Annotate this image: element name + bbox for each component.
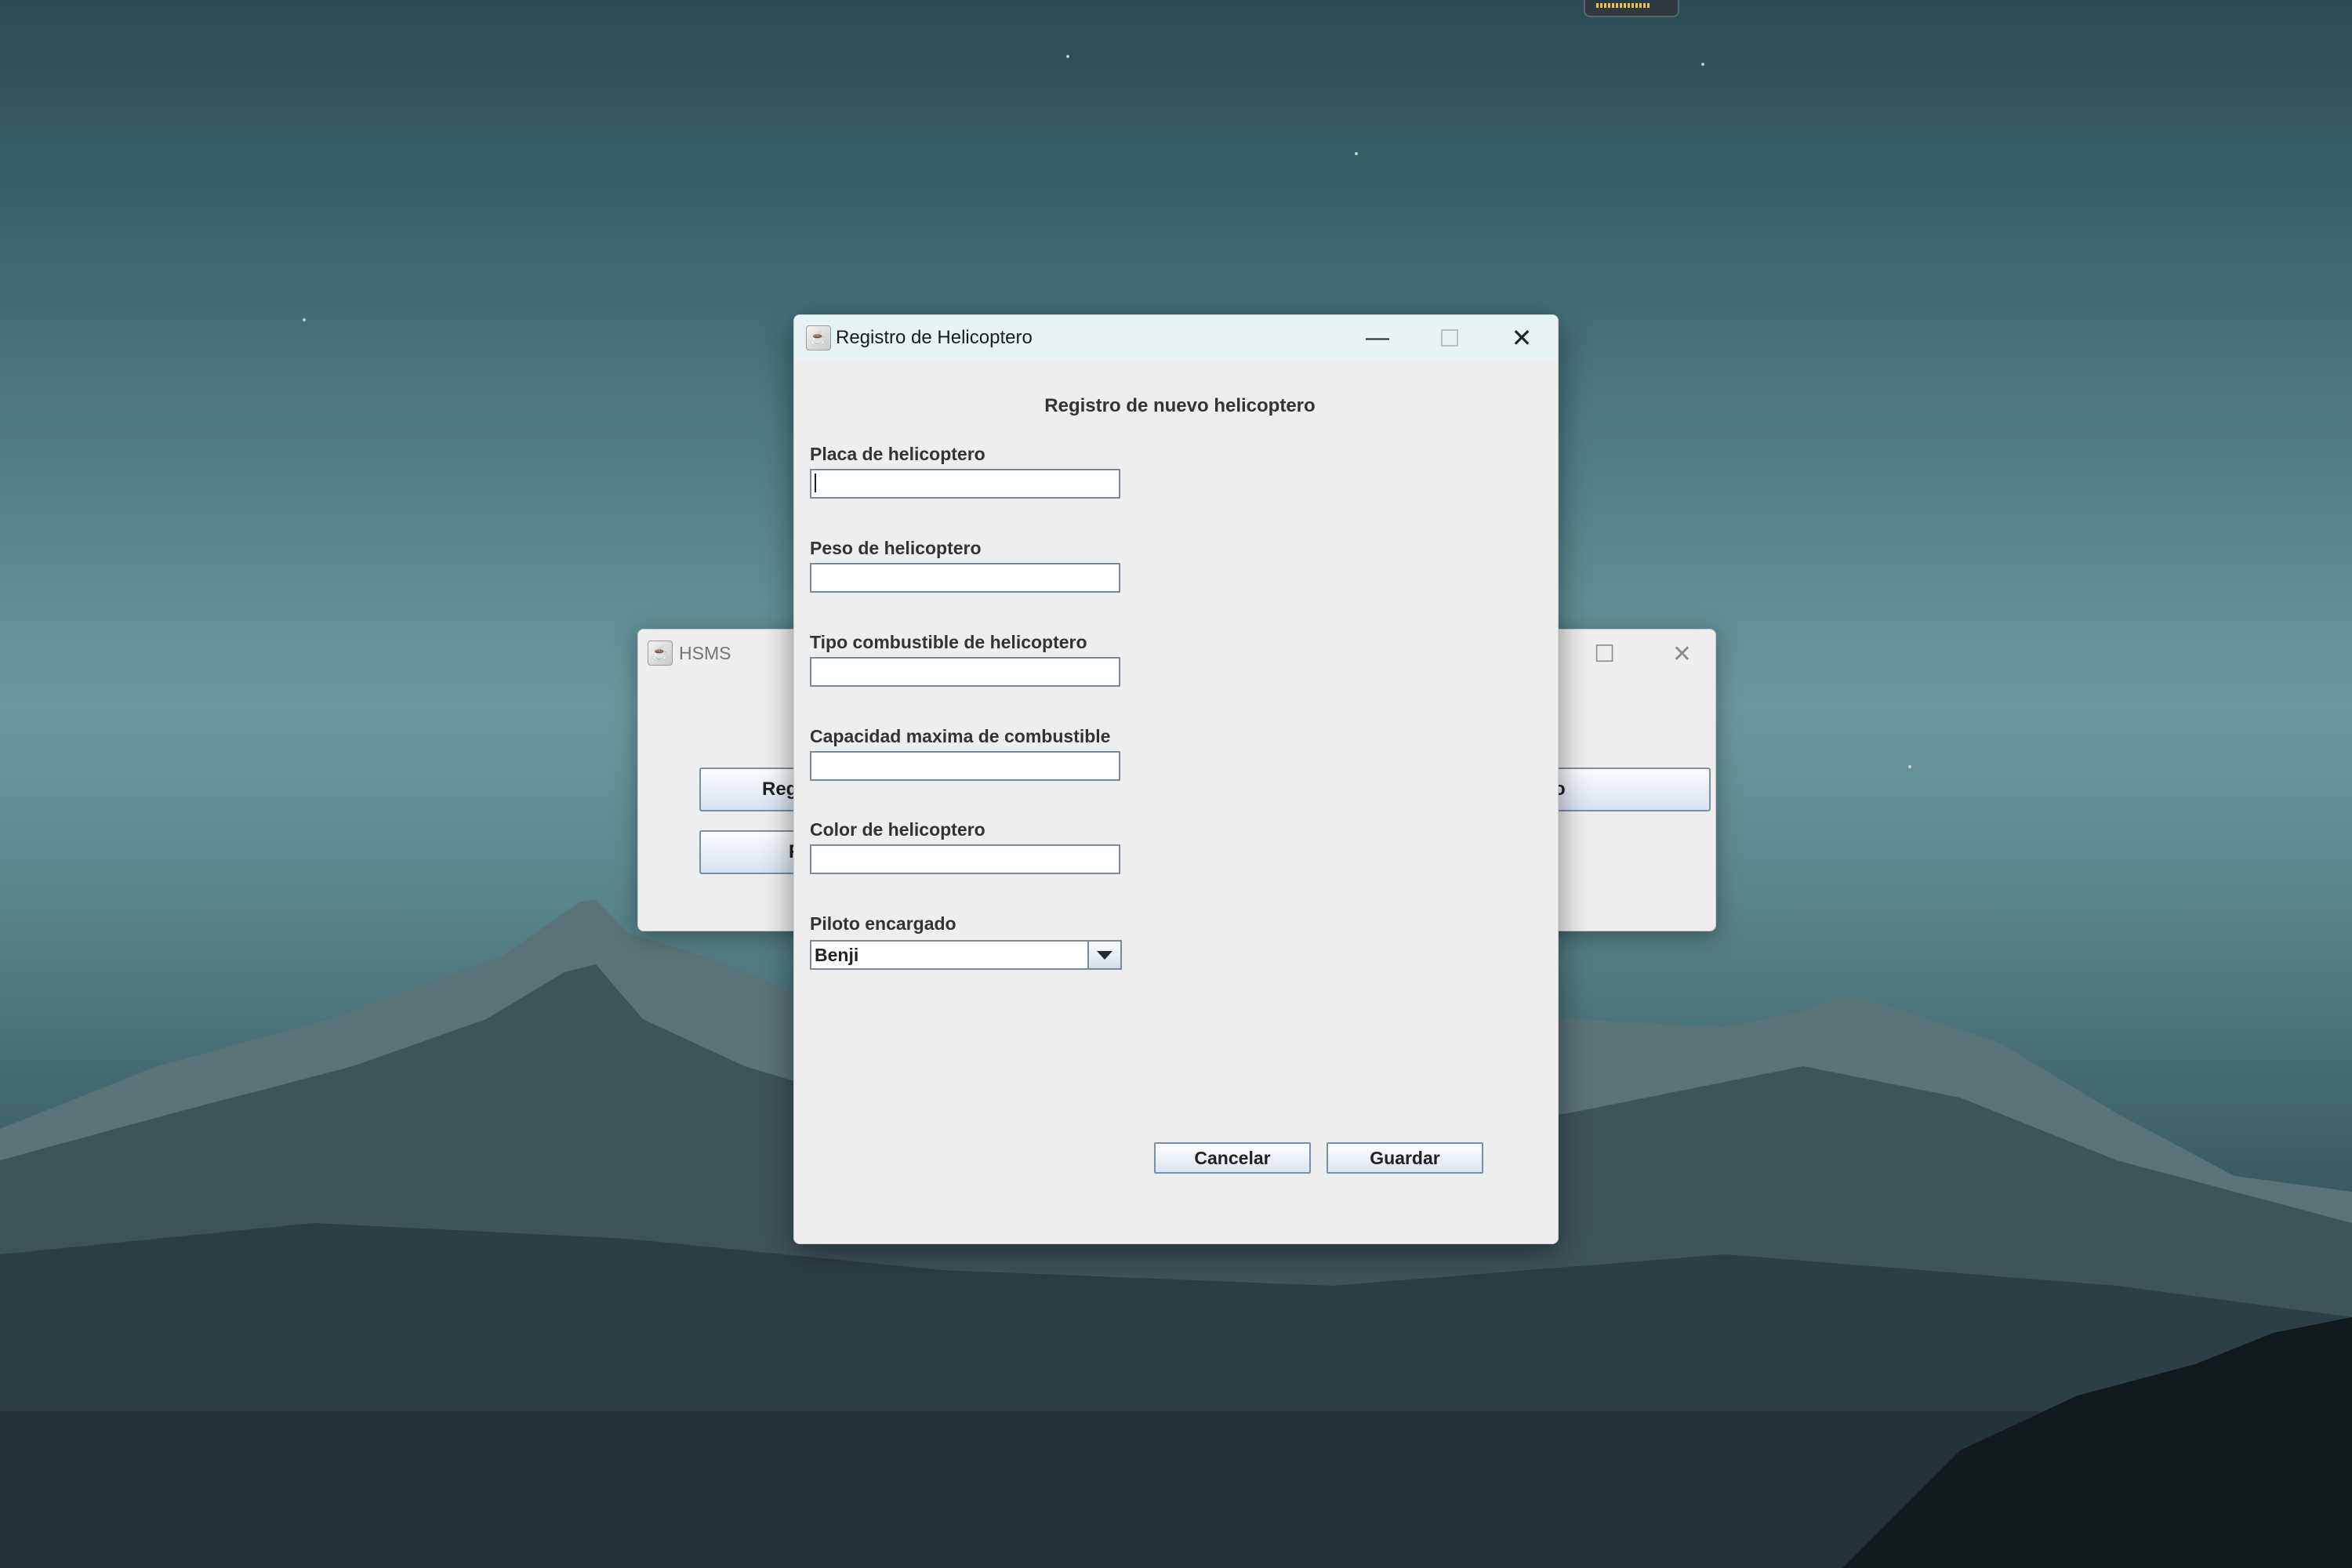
piloto-selected-value: Benji — [815, 944, 859, 965]
java-icon: ☕ — [648, 641, 673, 666]
system-tray-widget[interactable] — [1584, 0, 1679, 17]
close-icon[interactable]: ✕ — [1672, 641, 1692, 668]
piloto-label: Piloto encargado — [810, 913, 956, 934]
dropdown-arrow-icon[interactable] — [1087, 942, 1120, 968]
form-heading: Registro de nuevo helicoptero — [1044, 395, 1316, 416]
capacidad-combustible-label: Capacidad maxima de combustible — [810, 726, 1111, 746]
peso-input[interactable] — [810, 563, 1120, 593]
capacidad-combustible-input[interactable] — [810, 751, 1120, 781]
save-button[interactable]: Guardar — [1327, 1142, 1483, 1174]
dialog-titlebar[interactable]: ☕ Registro de Helicoptero — ✕ — [794, 315, 1558, 361]
star — [1355, 152, 1358, 155]
placa-label: Placa de helicoptero — [810, 444, 985, 464]
cancel-button[interactable]: Cancelar — [1154, 1142, 1311, 1174]
hsms-second-button[interactable]: R — [699, 830, 802, 874]
hsms-titlebar: ☕ HSMS — [648, 641, 731, 666]
peso-label: Peso de helicoptero — [810, 538, 982, 558]
text-caret — [815, 474, 816, 492]
maximize-icon[interactable] — [1414, 315, 1486, 361]
close-icon[interactable]: ✕ — [1486, 315, 1558, 361]
hsms-window-title: HSMS — [679, 642, 731, 663]
star — [303, 318, 306, 321]
star — [1908, 765, 1911, 768]
placa-input[interactable] — [810, 469, 1120, 499]
hsms-register-button-label: Reg — [762, 779, 798, 800]
color-input[interactable] — [810, 844, 1120, 874]
java-icon: ☕ — [806, 325, 831, 350]
minimize-icon[interactable]: — — [1341, 315, 1414, 361]
helicopter-registration-dialog[interactable]: ☕ Registro de Helicoptero — ✕ Registro d… — [793, 314, 1559, 1244]
color-label: Color de helicoptero — [810, 819, 985, 840]
star — [1701, 63, 1704, 66]
star — [1066, 55, 1069, 58]
maximize-icon[interactable]: ☐ — [1594, 641, 1615, 668]
tipo-combustible-input[interactable] — [810, 657, 1120, 687]
piloto-select[interactable]: Benji — [810, 940, 1122, 970]
dialog-title: Registro de Helicoptero — [836, 327, 1033, 348]
tipo-combustible-label: Tipo combustible de helicoptero — [810, 632, 1087, 652]
